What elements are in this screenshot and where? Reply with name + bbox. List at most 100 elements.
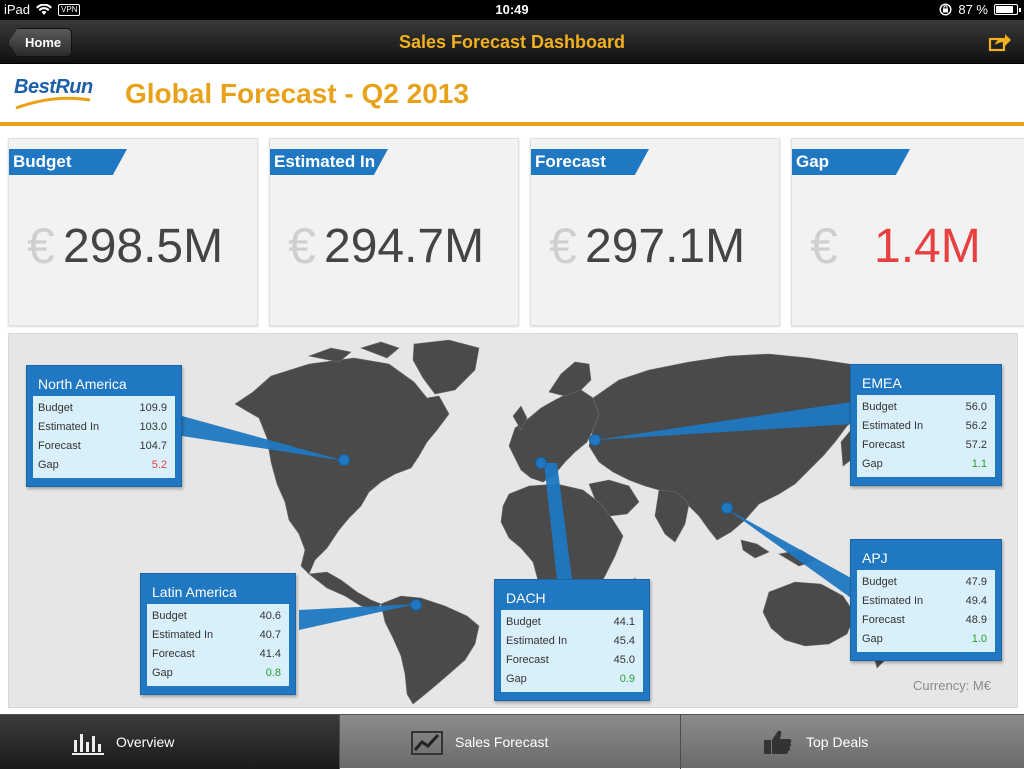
region-table: Budget 44.1 Estimated In 45.4 Forecast 45.0… (501, 610, 643, 692)
callout-apj[interactable]: APJ Budget 47.9 Estimated In 49.4 Forecast… (850, 539, 1002, 661)
table-row: Gap 0.9 (501, 670, 643, 689)
region-table: Budget 109.9 Estimated In 103.0 Forecast 10… (33, 396, 175, 478)
row-value: 57.2 (965, 439, 987, 451)
continent-north-america (234, 357, 450, 575)
kpi-estimated-in[interactable]: Estimated In € 294.7M (269, 138, 519, 326)
continent-australia (762, 581, 856, 647)
row-label: Estimated In (152, 629, 214, 641)
latin-america-marker[interactable] (410, 599, 422, 611)
table-row: Budget 47.9 (857, 573, 995, 592)
kpi-label: Budget (9, 149, 127, 175)
clock: 10:49 (495, 2, 529, 17)
rotation-lock-icon (939, 3, 952, 16)
euro-icon: € (549, 218, 577, 274)
table-row: Forecast 48.9 (857, 611, 995, 630)
battery-percent: 87 % (958, 2, 988, 17)
tab-top-deals[interactable]: Top Deals (682, 715, 1024, 769)
tab-bar: Overview Sales Forecast Top Deals (0, 714, 1024, 769)
row-label: Gap (506, 673, 527, 685)
kpi-forecast[interactable]: Forecast € 297.1M (530, 138, 780, 326)
region-name: EMEA (862, 375, 902, 391)
tab-label: Top Deals (806, 734, 869, 750)
row-value: 1.1 (971, 458, 987, 470)
table-row: Budget 44.1 (501, 613, 643, 632)
dashboard-header: BestRun Global Forecast - Q2 2013 (0, 64, 1024, 126)
kpi-value: 297.1M (585, 220, 746, 273)
currency-note: Currency: M€ (912, 678, 991, 693)
row-value: 47.9 (965, 576, 987, 588)
row-value: 49.4 (965, 595, 987, 607)
row-value: 40.7 (259, 629, 281, 641)
tab-label: Overview (116, 734, 175, 750)
table-row: Forecast 104.7 (33, 437, 175, 456)
table-row: Estimated In 45.4 (501, 632, 643, 651)
continent-south-america (380, 595, 480, 705)
line-chart-icon (411, 731, 443, 755)
table-row: Forecast 41.4 (147, 645, 289, 664)
row-label: Budget (862, 576, 897, 588)
table-row: Gap 5.2 (33, 456, 175, 475)
battery-icon (994, 4, 1021, 15)
table-row: Forecast 57.2 (857, 436, 995, 455)
callout-north-america[interactable]: North America Budget 109.9 Estimated In 10… (26, 365, 182, 487)
euro-icon: € (27, 218, 55, 274)
kpi-value: 294.7M (324, 220, 485, 273)
euro-icon: € (810, 218, 838, 274)
logo-text: BestRun (14, 76, 93, 98)
bestrun-logo: BestRun (14, 76, 94, 112)
row-value: 48.9 (965, 614, 987, 626)
row-label: Budget (862, 401, 897, 413)
table-row: Budget 40.6 (147, 607, 289, 626)
app-title: Sales Forecast Dashboard (398, 32, 626, 52)
kpi-value: 1.4M (874, 220, 981, 273)
region-name: Latin America (152, 584, 237, 600)
region-table: Budget 56.0 Estimated In 56.2 Forecast 57.2… (857, 395, 995, 477)
kpi-label: Gap (792, 149, 910, 175)
euro-icon: € (288, 218, 316, 274)
greenland (412, 339, 480, 395)
kpi-label: Forecast (531, 149, 649, 175)
table-row: Forecast 45.0 (501, 651, 643, 670)
callout-emea[interactable]: EMEA Budget 56.0 Estimated In 56.2 Forecas… (850, 364, 1002, 486)
region-name: DACH (506, 590, 546, 606)
bar-chart-icon (72, 734, 104, 755)
kpi-gap[interactable]: Gap € 1.4M (791, 138, 1024, 326)
tab-sales-forecast[interactable]: Sales Forecast (341, 715, 681, 769)
tab-overview[interactable]: Overview (0, 715, 340, 769)
table-row: Gap 1.0 (857, 630, 995, 649)
row-label: Estimated In (38, 421, 100, 433)
scandinavia (548, 361, 592, 397)
apj-marker[interactable] (721, 502, 733, 514)
table-row: Estimated In 40.7 (147, 626, 289, 645)
kpi-label: Estimated In (270, 149, 388, 175)
region-table: Budget 47.9 Estimated In 49.4 Forecast 48.9… (857, 570, 995, 652)
kpi-budget[interactable]: Budget € 298.5M (8, 138, 258, 326)
region-name: APJ (862, 550, 888, 566)
table-row: Gap 0.8 (147, 664, 289, 683)
row-label: Budget (506, 616, 541, 628)
row-label: Estimated In (862, 595, 924, 607)
status-bar: iPad VPN 10:49 87 % (0, 0, 1024, 20)
row-label: Estimated In (862, 420, 924, 432)
callout-dach[interactable]: DACH Budget 44.1 Estimated In 45.4 Forecas… (494, 579, 650, 701)
emea-marker[interactable] (589, 434, 601, 446)
row-label: Forecast (862, 439, 905, 451)
row-value: 44.1 (613, 616, 635, 628)
thumbs-up-icon (764, 730, 792, 754)
navigation-bar: Home Sales Forecast Dashboard (0, 20, 1024, 64)
kpi-row: Budget € 298.5M Estimated In € 294.7M Fo… (0, 130, 1024, 330)
row-value: 41.4 (259, 648, 281, 660)
row-label: Estimated In (506, 635, 568, 647)
row-label: Forecast (862, 614, 905, 626)
share-icon[interactable] (988, 32, 1012, 52)
row-label: Budget (152, 610, 187, 622)
row-value: 0.9 (619, 673, 635, 685)
north-america-marker[interactable] (338, 454, 350, 466)
row-label: Forecast (506, 654, 549, 666)
row-label: Forecast (152, 648, 195, 660)
callout-latin-america[interactable]: Latin America Budget 40.6 Estimated In 40.… (140, 573, 296, 695)
dach-marker[interactable] (535, 457, 547, 469)
table-row: Estimated In 103.0 (33, 418, 175, 437)
row-label: Gap (152, 667, 173, 679)
row-label: Gap (862, 458, 883, 470)
